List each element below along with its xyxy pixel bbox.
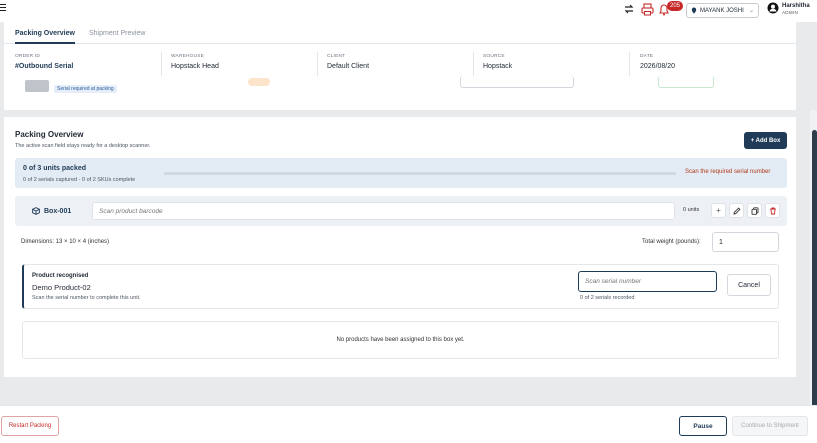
empty-box-message: No products have been assigned to this b… [22, 321, 779, 359]
plus-icon: + [716, 206, 721, 215]
box-units-count: 0 units [683, 207, 700, 213]
add-box-button[interactable]: + Add Box [744, 132, 787, 149]
divider [317, 52, 318, 76]
units-packed-text: 0 of 3 units packed [23, 165, 87, 172]
client-field: CLIENT Default Client [327, 54, 369, 70]
chevron-down-icon: ⌄ [748, 8, 754, 14]
source-value: Hopstack [483, 63, 513, 70]
notification-badge: 205 [667, 1, 684, 11]
client-value: Default Client [327, 63, 370, 70]
recognised-title: Product recognised [32, 273, 89, 279]
recognised-product-name: Demo Product-02 [32, 283, 91, 292]
serials-recorded-count: 0 of 2 serials recorded [580, 295, 635, 301]
warehouse-field: WAREHOUSE Hopstack Head [171, 54, 219, 70]
restart-packing-button[interactable]: Restart Packing [1, 416, 59, 436]
box-row: Box-001 0 units + [15, 196, 787, 226]
order-id-field: ORDER ID #Outbound Serial [15, 54, 73, 70]
serial-required-tag: Serial required at packing [54, 85, 117, 93]
add-button[interactable] [658, 76, 714, 88]
packing-overview-card: Packing Overview The active scan field s… [4, 117, 796, 377]
printer-icon[interactable] [641, 3, 654, 16]
warehouse-value: Hopstack Head [171, 63, 219, 70]
total-weight-label: Total weight (pounds): [642, 239, 701, 245]
box-icon [32, 207, 40, 215]
packing-subtitle: The active scan field stays ready for a … [15, 143, 151, 149]
box-name: Box-001 [44, 207, 72, 215]
continue-to-shipment-button[interactable]: Continue to Shipment [732, 416, 808, 436]
footer-bar: Restart Packing Pause Continue to Shipme… [0, 405, 817, 443]
divider [629, 52, 630, 76]
box-dimensions: Dimensions: 13 × 10 × 4 (inches) [21, 239, 110, 245]
tab-bar: Packing Overview Shipment Preview [4, 22, 796, 44]
trash-icon [769, 207, 777, 215]
date-value: 2026/08/20 [640, 63, 676, 70]
product-recognised-card: Product recognised Demo Product-02 Scan … [22, 264, 779, 309]
user-role: ADMIN [782, 10, 798, 15]
client-label: CLIENT [327, 54, 346, 59]
tab-packing-overview[interactable]: Packing Overview [15, 30, 75, 44]
source-label: SOURCE [483, 54, 505, 59]
pencil-icon [732, 206, 741, 215]
edit-box-button[interactable] [729, 203, 744, 218]
divider [161, 52, 162, 76]
source-field: SOURCE Hopstack [483, 54, 512, 70]
date-field: DATE 2026/08/20 [640, 54, 675, 70]
top-bar: 205 MAYANK JOSHI ⌄ Harshitha ADMIN [0, 0, 817, 22]
packing-title: Packing Overview [15, 130, 84, 139]
status-pill [248, 78, 270, 86]
serials-captured-text: 0 of 2 serials captured - 0 of 2 SKUs co… [23, 177, 136, 183]
menu-icon[interactable] [0, 4, 6, 13]
add-unit-button[interactable]: + [711, 203, 726, 218]
warehouse-select[interactable]: MAYANK JOSHI ⌄ [686, 3, 759, 18]
pause-button[interactable]: Pause [679, 416, 727, 436]
user-avatar-icon [767, 2, 779, 14]
product-thumbnail [25, 80, 49, 92]
progress-warning: Scan the required serial number [685, 169, 771, 175]
serial-number-input[interactable] [578, 271, 717, 292]
duplicate-box-button[interactable] [747, 203, 762, 218]
recognised-instruction: Scan the serial number to complete this … [32, 295, 141, 301]
order-id-label: ORDER ID [15, 54, 41, 59]
delete-box-button[interactable] [765, 203, 780, 218]
box-type-select[interactable] [460, 76, 574, 88]
order-summary-card: Packing Overview Shipment Preview ORDER … [4, 22, 796, 110]
user-name: Harshitha [782, 3, 810, 9]
order-id-value: #Outbound Serial [15, 63, 74, 70]
cancel-button[interactable]: Cancel [727, 274, 771, 296]
warehouse-select-value: MAYANK JOSHI [700, 7, 744, 14]
progress-banner: 0 of 3 units packed 0 of 2 serials captu… [15, 158, 787, 188]
user-menu[interactable]: Harshitha ADMIN [767, 2, 810, 15]
date-label: DATE [640, 54, 654, 59]
box-label: Box-001 [32, 207, 71, 215]
total-weight-input[interactable] [712, 232, 779, 252]
location-pin-icon [691, 7, 697, 14]
divider [473, 52, 474, 76]
product-barcode-input[interactable] [92, 202, 675, 220]
warehouse-label: WAREHOUSE [171, 54, 205, 59]
scrollbar-thumb[interactable] [812, 130, 817, 443]
switch-arrows-icon[interactable] [623, 3, 635, 15]
tab-shipment-preview[interactable]: Shipment Preview [89, 30, 145, 37]
copy-icon [751, 206, 759, 215]
progress-bar [164, 172, 676, 175]
